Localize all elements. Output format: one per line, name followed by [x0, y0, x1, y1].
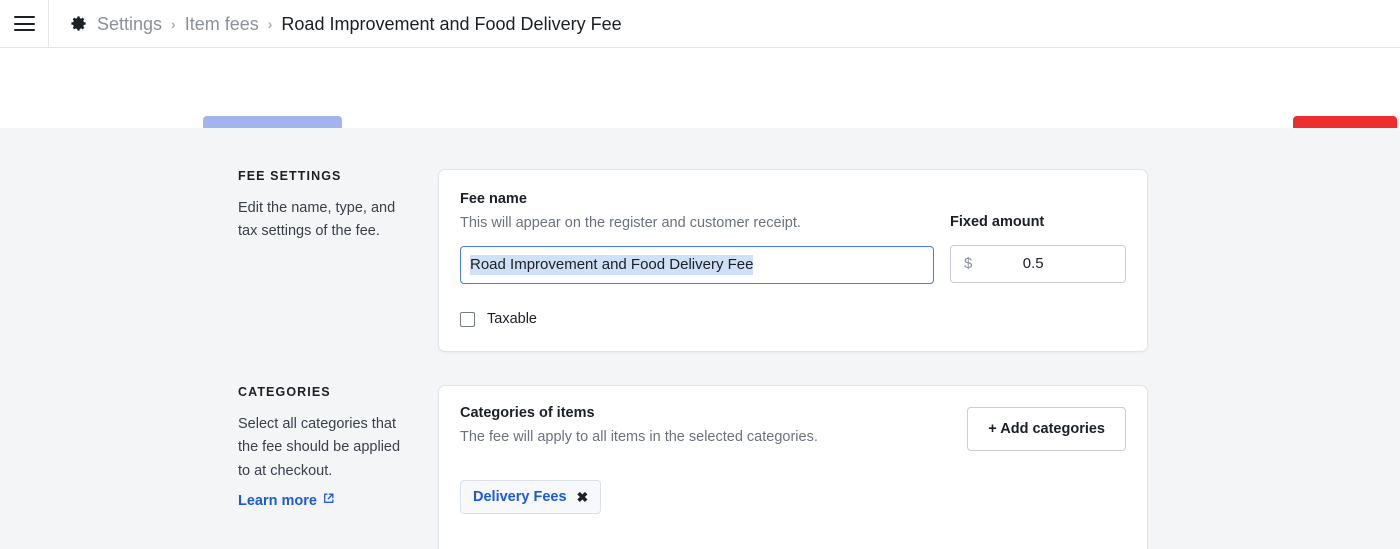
- fee-settings-heading: FEE SETTINGS: [238, 169, 414, 183]
- category-chip[interactable]: Delivery Fees ✖: [460, 480, 601, 514]
- fee-settings-section: FEE SETTINGS Edit the name, type, and ta…: [0, 169, 1400, 352]
- learn-more-label: Learn more: [238, 493, 317, 509]
- top-bar: Settings › Item fees › Road Improvement …: [0, 0, 1400, 48]
- categories-heading: CATEGORIES: [238, 385, 414, 399]
- fee-settings-aside: FEE SETTINGS Edit the name, type, and ta…: [0, 169, 438, 352]
- currency-symbol: $: [964, 255, 972, 272]
- category-chip-label: Delivery Fees: [473, 489, 567, 505]
- fee-settings-description: Edit the name, type, and tax settings of…: [238, 197, 414, 244]
- breadcrumb-item-current: Road Improvement and Food Delivery Fee: [281, 15, 621, 33]
- categories-of-items-hint: The fee will apply to all items in the s…: [460, 427, 951, 447]
- categories-aside: CATEGORIES Select all categories that th…: [0, 385, 438, 549]
- fee-settings-panel: Fee name This will appear on the registe…: [438, 169, 1148, 352]
- hamburger-bars: [14, 16, 35, 31]
- breadcrumb-separator: ›: [171, 17, 176, 31]
- external-link-icon: [322, 492, 335, 509]
- fixed-amount-label: Fixed amount: [950, 213, 1126, 232]
- fixed-amount-field-group: Fixed amount $ 0.5: [950, 190, 1126, 283]
- add-categories-button[interactable]: + Add categories: [967, 407, 1126, 451]
- content-area: FEE SETTINGS Edit the name, type, and ta…: [0, 128, 1400, 549]
- hamburger-bar: [14, 29, 35, 31]
- categories-header-row: Categories of items The fee will apply t…: [460, 404, 1126, 451]
- fee-name-hint: This will appear on the register and cus…: [460, 213, 934, 233]
- fee-name-row: Fee name This will appear on the registe…: [460, 190, 1126, 284]
- fee-name-input-value: Road Improvement and Food Delivery Fee: [470, 255, 753, 275]
- categories-field-group: Categories of items The fee will apply t…: [460, 404, 951, 447]
- hamburger-menu-icon[interactable]: [0, 0, 48, 47]
- taxable-label: Taxable: [487, 311, 537, 327]
- learn-more-link[interactable]: Learn more: [238, 492, 335, 509]
- fee-name-label: Fee name: [460, 190, 934, 209]
- hamburger-bar: [14, 23, 35, 25]
- action-bar: Save changes Archive: [0, 48, 1400, 128]
- hamburger-bar: [14, 16, 35, 18]
- fee-name-input[interactable]: Road Improvement and Food Delivery Fee: [460, 246, 934, 284]
- taxable-checkbox-row[interactable]: Taxable: [460, 311, 537, 327]
- breadcrumb: Settings › Item fees › Road Improvement …: [49, 14, 622, 34]
- fee-name-field-group: Fee name This will appear on the registe…: [460, 190, 934, 284]
- fixed-amount-value: 0.5: [972, 255, 1112, 272]
- categories-description: Select all categories that the fee shoul…: [238, 413, 414, 483]
- gear-icon[interactable]: [68, 14, 88, 34]
- close-icon[interactable]: ✖: [577, 490, 589, 504]
- taxable-checkbox[interactable]: [460, 312, 475, 327]
- categories-panel: Categories of items The fee will apply t…: [438, 385, 1148, 549]
- breadcrumb-item-settings[interactable]: Settings: [97, 15, 162, 33]
- breadcrumb-separator: ›: [268, 17, 273, 31]
- breadcrumb-item-item-fees[interactable]: Item fees: [185, 15, 259, 33]
- categories-of-items-label: Categories of items: [460, 404, 951, 423]
- fixed-amount-input[interactable]: $ 0.5: [950, 245, 1126, 283]
- category-chip-list: Delivery Fees ✖: [460, 480, 1126, 514]
- categories-section: CATEGORIES Select all categories that th…: [0, 385, 1400, 549]
